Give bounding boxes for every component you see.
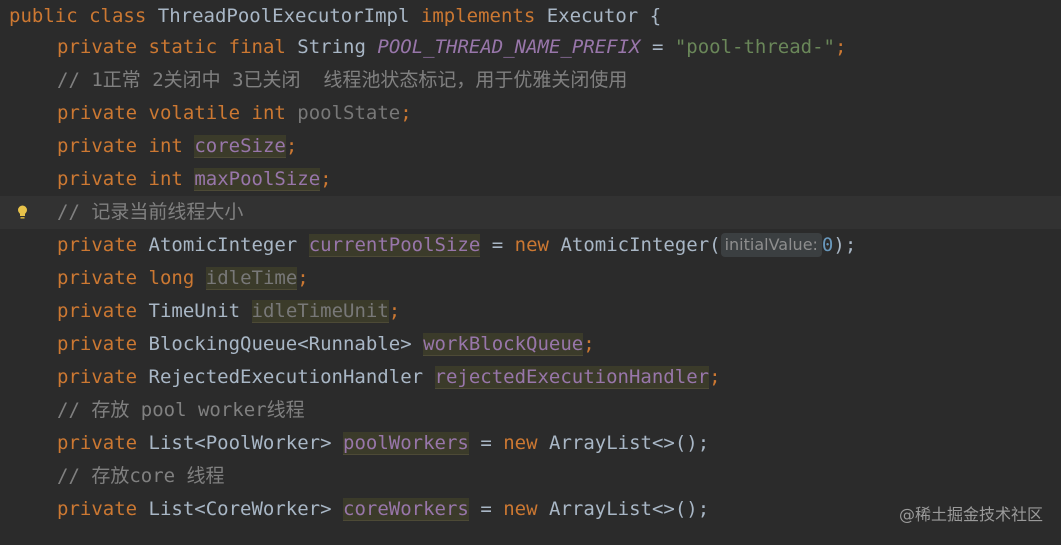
code-line-2: private static final String POOL_THREAD_… — [57, 31, 846, 64]
interface-name: Executor — [546, 5, 639, 27]
field-name[interactable]: workBlockQueue — [423, 333, 584, 356]
semicolon: ; — [400, 102, 412, 124]
keyword: private — [57, 333, 138, 355]
type-name: List<CoreWorker> — [148, 498, 332, 520]
field-name[interactable]: idleTimeUnit — [251, 300, 389, 323]
constructor-call: ArrayList<>(); — [549, 498, 710, 520]
class-name: ThreadPoolExecutorImpl — [157, 5, 410, 27]
code-line-1: public class ThreadPoolExecutorImpl impl… — [9, 0, 661, 33]
keyword: private — [57, 498, 138, 520]
code-line-7: // 记录当前线程大小 — [0, 196, 1061, 229]
semicolon: ; — [583, 333, 595, 355]
semicolon: ; — [709, 366, 721, 388]
type-name: String — [297, 36, 366, 58]
operator: = — [480, 432, 492, 454]
code-line-10: private TimeUnit idleTimeUnit; — [57, 295, 400, 328]
field-name[interactable]: maxPoolSize — [194, 168, 321, 191]
field-name[interactable]: coreSize — [194, 135, 286, 158]
parameter-hint: initialValue: — [720, 233, 822, 257]
keyword: new — [503, 432, 538, 454]
keyword: class — [89, 5, 147, 27]
open-brace: { — [649, 5, 662, 27]
semicolon: ; — [388, 300, 401, 322]
number-literal: 0 — [821, 234, 834, 256]
semicolon: ; — [835, 36, 847, 58]
close-paren: ); — [833, 234, 857, 256]
keyword: new — [503, 498, 538, 520]
keyword: int — [148, 135, 183, 157]
type-name: TimeUnit — [148, 300, 241, 322]
semicolon: ; — [285, 135, 298, 157]
keyword: static — [148, 36, 218, 58]
operator: = — [651, 36, 664, 58]
type-name: BlockingQueue<Runnable> — [148, 333, 412, 355]
constructor-call: ArrayList<>(); — [549, 432, 710, 454]
type-name: AtomicInteger — [148, 234, 298, 256]
constructor-call: AtomicInteger( — [560, 234, 721, 256]
code-line-3: // 1正常 2关闭中 3已关闭 线程池状态标记，用于优雅关闭使用 — [57, 64, 627, 97]
code-line-5: private int coreSize; — [57, 130, 297, 163]
keyword: int — [251, 102, 286, 124]
code-line-11: private BlockingQueue<Runnable> workBloc… — [57, 328, 595, 361]
field-name[interactable]: currentPoolSize — [308, 234, 481, 257]
comment: // 记录当前线程大小 — [57, 201, 244, 223]
operator: = — [491, 234, 504, 256]
code-line-6: private int maxPoolSize; — [57, 163, 332, 196]
code-line-14: private List<PoolWorker> poolWorkers = n… — [57, 427, 709, 460]
keyword: private — [57, 234, 138, 256]
comment: // 1正常 2关闭中 3已关闭 线程池状态标记，用于优雅关闭使用 — [57, 69, 628, 91]
keyword: private — [57, 300, 138, 322]
keyword: private — [57, 366, 138, 388]
field-name[interactable]: poolState — [297, 102, 400, 124]
code-line-16: private List<CoreWorker> coreWorkers = n… — [57, 493, 709, 526]
keyword: volatile — [148, 102, 241, 124]
keyword: private — [57, 36, 138, 58]
lightbulb-icon[interactable] — [17, 205, 28, 220]
semicolon: ; — [297, 267, 309, 289]
keyword: public — [9, 5, 78, 27]
code-line-13: // 存放 pool worker线程 — [57, 394, 305, 427]
operator: = — [480, 498, 492, 520]
type-name: List<PoolWorker> — [148, 432, 332, 454]
code-line-12: private RejectedExecutionHandler rejecte… — [57, 361, 721, 394]
keyword: long — [148, 267, 195, 289]
field-name[interactable]: coreWorkers — [343, 498, 469, 521]
field-name[interactable]: poolWorkers — [343, 432, 469, 455]
code-editor[interactable]: public class ThreadPoolExecutorImpl impl… — [0, 0, 1061, 545]
constant-name: POOL_THREAD_NAME_PREFIX — [377, 36, 641, 58]
keyword: implements — [420, 5, 536, 27]
code-line-4: private volatile int poolState; — [57, 97, 412, 130]
comment: // 存放 pool worker线程 — [57, 399, 305, 421]
comment: // 存放core 线程 — [57, 465, 225, 487]
code-line-15: // 存放core 线程 — [57, 460, 225, 493]
keyword: private — [57, 135, 138, 157]
field-name[interactable]: rejectedExecutionHandler — [434, 366, 710, 389]
keyword: final — [228, 36, 286, 58]
field-name[interactable]: idleTime — [205, 267, 298, 290]
string-literal: "pool-thread-" — [674, 36, 835, 58]
keyword: private — [57, 168, 138, 190]
keyword: int — [148, 168, 183, 190]
code-line-8: private AtomicInteger currentPoolSize = … — [57, 229, 856, 262]
keyword: private — [57, 102, 138, 124]
code-line-9: private long idleTime; — [57, 262, 309, 295]
semicolon: ; — [320, 168, 332, 190]
keyword: private — [57, 267, 138, 289]
keyword: new — [514, 234, 549, 256]
type-name: RejectedExecutionHandler — [148, 366, 424, 388]
watermark: @稀土掘金技术社区 — [898, 505, 1043, 524]
keyword: private — [57, 432, 138, 454]
